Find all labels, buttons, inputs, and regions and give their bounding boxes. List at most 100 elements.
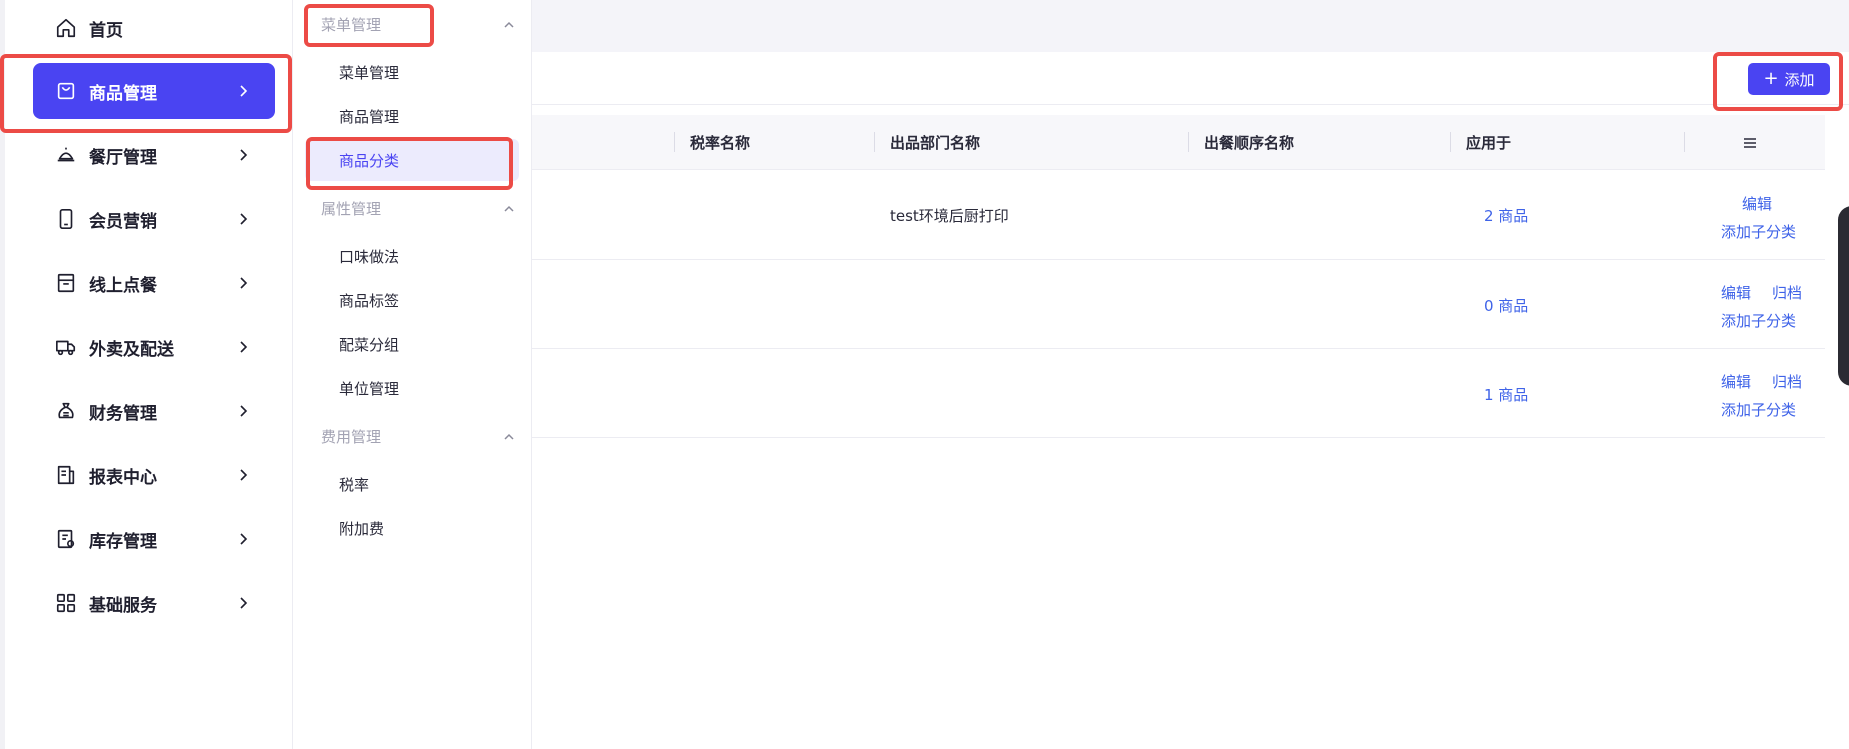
column-header-order: 出餐顺序名称	[1204, 134, 1295, 152]
submenu-group-title: 费用管理	[321, 427, 382, 446]
home-icon	[55, 17, 77, 39]
archive-link[interactable]: 归档	[1772, 282, 1802, 303]
chevron-up-icon	[504, 433, 514, 440]
submenu-item-goods-management[interactable]: 商品管理	[305, 95, 519, 137]
submenu-group-title: 菜单管理	[321, 15, 382, 34]
submenu-group-attributes[interactable]: 属性管理	[321, 193, 517, 223]
column-separator	[874, 132, 875, 152]
submenu-item-label: 商品管理	[339, 107, 400, 126]
edit-link[interactable]: 编辑	[1721, 282, 1751, 303]
table-row: 0 商品 编辑 归档 添加子分类	[532, 260, 1825, 349]
grid-apps-icon	[55, 592, 77, 614]
shopping-bag-icon	[55, 80, 77, 102]
sidebar-item-goods[interactable]: 商品管理	[33, 63, 275, 119]
add-subcategory-link[interactable]: 添加子分类	[1721, 221, 1796, 242]
delivery-truck-icon	[55, 336, 77, 358]
column-separator	[1188, 132, 1189, 152]
archive-link[interactable]: 归档	[1772, 371, 1802, 392]
secondary-submenu: 菜单管理 菜单管理 商品管理 商品分类 属性管理 口味做法 商品标签 配菜分组 …	[292, 0, 532, 749]
sidebar-item-label: 基础服务	[89, 595, 157, 616]
storefront-icon	[55, 272, 77, 294]
sidebar-item-basic-services[interactable]: 基础服务	[33, 575, 275, 631]
chevron-up-icon	[504, 21, 514, 28]
submenu-item-label: 商品分类	[339, 151, 400, 170]
column-header-tax: 税率名称	[690, 134, 751, 152]
sidebar-item-finance[interactable]: 财务管理	[33, 383, 275, 439]
submenu-item-surcharge[interactable]: 附加费	[305, 507, 519, 549]
toolbar-divider	[532, 104, 1849, 105]
main-card: + 添加 税率名称 出品部门名称 出餐顺序名称 应用于 test环境后厨打印 2…	[532, 52, 1849, 749]
submenu-group-menu[interactable]: 菜单管理	[321, 9, 517, 39]
table-row: 1 商品 编辑 归档 添加子分类	[532, 349, 1825, 438]
chevron-right-icon	[240, 469, 248, 481]
chevron-right-icon	[240, 597, 248, 609]
submenu-group-fees[interactable]: 费用管理	[321, 421, 517, 451]
table-row: test环境后厨打印 2 商品 编辑 添加子分类	[532, 171, 1825, 260]
submenu-item-tax-rate[interactable]: 税率	[305, 463, 519, 505]
column-separator	[674, 132, 675, 152]
top-strip	[532, 0, 1849, 52]
edit-link[interactable]: 编辑	[1721, 371, 1751, 392]
sidebar-item-label: 会员营销	[89, 211, 157, 232]
submenu-item-flavor[interactable]: 口味做法	[305, 235, 519, 277]
chevron-right-icon	[240, 533, 248, 545]
submenu-item-units[interactable]: 单位管理	[305, 367, 519, 409]
sidebar-item-label: 首页	[89, 20, 123, 41]
applies-goods-link[interactable]: 0 商品	[1484, 295, 1528, 316]
submenu-item-label: 配菜分组	[339, 335, 400, 354]
sidebar-item-reports[interactable]: 报表中心	[33, 447, 275, 503]
submenu-item-label: 单位管理	[339, 379, 400, 398]
chevron-right-icon	[240, 213, 248, 225]
sidebar-item-label: 外卖及配送	[89, 339, 174, 360]
column-separator	[1684, 132, 1685, 152]
table-header: 税率名称 出品部门名称 出餐顺序名称 应用于	[532, 115, 1825, 170]
chevron-right-icon	[240, 341, 248, 353]
plus-icon: +	[1763, 68, 1779, 89]
department-cell: test环境后厨打印	[890, 207, 1009, 225]
chevron-right-icon	[240, 149, 248, 161]
applies-goods-link[interactable]: 1 商品	[1484, 384, 1528, 405]
column-separator	[1450, 132, 1451, 152]
add-subcategory-link[interactable]: 添加子分类	[1721, 310, 1796, 331]
sidebar-item-label: 餐厅管理	[89, 147, 157, 168]
chevron-right-icon	[240, 277, 248, 289]
submenu-group-title: 属性管理	[321, 199, 382, 218]
sidebar-item-label: 商品管理	[89, 83, 157, 104]
sidebar-item-label: 线上点餐	[89, 275, 157, 296]
sidebar-item-label: 库存管理	[89, 531, 157, 552]
sidebar-item-member[interactable]: 会员营销	[33, 191, 275, 247]
food-cloche-icon	[55, 144, 77, 166]
submenu-item-label: 菜单管理	[339, 63, 400, 82]
submenu-item-label: 商品标签	[339, 291, 400, 310]
sidebar-item-label: 报表中心	[89, 467, 157, 488]
add-button[interactable]: + 添加	[1748, 63, 1830, 95]
money-bag-icon	[55, 400, 77, 422]
submenu-item-goods-category[interactable]: 商品分类	[305, 139, 519, 181]
chevron-up-icon	[504, 205, 514, 212]
floating-assistant-widget[interactable]	[1838, 206, 1849, 386]
chevron-right-icon	[240, 405, 248, 417]
submenu-item-tags[interactable]: 商品标签	[305, 279, 519, 321]
sidebar-item-delivery[interactable]: 外卖及配送	[33, 319, 275, 375]
add-subcategory-link[interactable]: 添加子分类	[1721, 399, 1796, 420]
mobile-phone-icon	[55, 208, 77, 230]
submenu-item-label: 口味做法	[339, 247, 400, 266]
column-settings-menu-icon[interactable]	[1740, 133, 1760, 153]
applies-goods-link[interactable]: 2 商品	[1484, 205, 1528, 226]
edit-link[interactable]: 编辑	[1742, 193, 1772, 214]
sidebar-item-label: 财务管理	[89, 403, 157, 424]
inventory-clipboard-icon	[55, 528, 77, 550]
sidebar-item-home[interactable]: 首页	[33, 0, 275, 56]
column-header-applies: 应用于	[1466, 134, 1512, 152]
submenu-item-label: 附加费	[339, 519, 385, 538]
submenu-item-side-groups[interactable]: 配菜分组	[305, 323, 519, 365]
sidebar-item-restaurant[interactable]: 餐厅管理	[33, 127, 275, 183]
sidebar-item-inventory[interactable]: 库存管理	[33, 511, 275, 567]
submenu-item-menu-management[interactable]: 菜单管理	[305, 51, 519, 93]
sidebar-item-online-order[interactable]: 线上点餐	[33, 255, 275, 311]
column-header-department: 出品部门名称	[890, 134, 981, 152]
chevron-right-icon	[240, 85, 248, 97]
primary-sidebar: 首页 商品管理 餐厅管理 会员营销 线上点餐 外卖及配送 财务管理 报表中心 库…	[0, 0, 292, 749]
add-button-label: 添加	[1784, 70, 1815, 89]
submenu-item-label: 税率	[339, 475, 370, 494]
